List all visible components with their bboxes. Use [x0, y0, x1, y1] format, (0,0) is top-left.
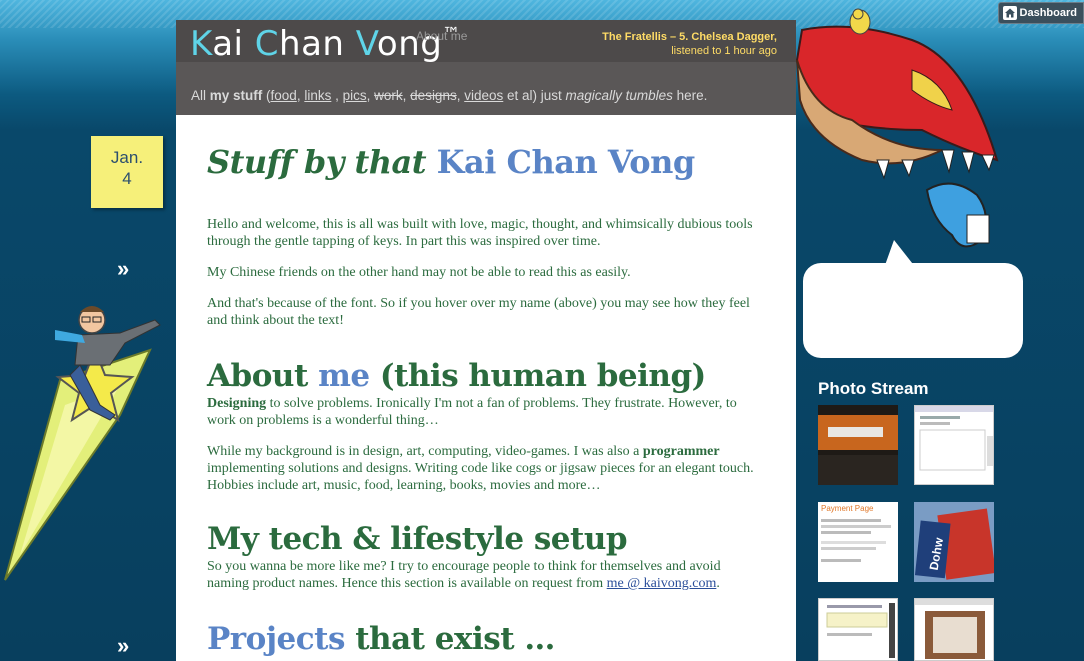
photo-thumb-5[interactable] — [818, 598, 898, 661]
font-paragraph: My Chinese friends on the other hand may… — [207, 265, 631, 280]
tag-link-food[interactable]: food — [271, 88, 297, 103]
photo-thumb-6[interactable] — [914, 598, 994, 661]
about-heading: About me (this human being) — [207, 357, 766, 395]
about-heading-a: About — [207, 358, 319, 394]
tagline-prefix: All — [191, 88, 210, 103]
photo-1-image — [818, 415, 898, 485]
projects-heading-a: Projects — [207, 621, 345, 657]
tag-link-designs[interactable]: designs — [410, 88, 457, 103]
about-heading-c: (this human being) — [369, 358, 706, 394]
now-playing-time: listened to 1 hour ago — [671, 45, 777, 57]
background-b: implementing solutions and designs. Writ… — [207, 461, 754, 493]
tagline-magic: magically tumbles — [565, 88, 673, 103]
speech-bubble — [803, 263, 1023, 358]
next-arrow-bottom[interactable]: » — [117, 633, 129, 659]
date-month: Jan. — [110, 148, 144, 167]
title-part-ai: ai — [212, 24, 255, 64]
date-day: 4 — [122, 169, 132, 188]
tech-b: . — [716, 576, 720, 591]
hover-paragraph: And that's because of the font. So if yo… — [207, 296, 750, 328]
tagline-mid: et al) just — [503, 88, 566, 103]
email-link[interactable]: me @ kaivong.com — [607, 576, 717, 591]
photo-thumb-1[interactable] — [818, 405, 898, 485]
tag-link-work[interactable]: work — [374, 88, 403, 103]
photo-5-image — [826, 603, 895, 658]
tagline-my-stuff: my stuff — [209, 88, 263, 103]
photo-4-image — [914, 502, 994, 582]
photo-thumb-4[interactable]: Dohw — [914, 502, 994, 582]
title-part-han: han — [279, 24, 356, 64]
projects-heading-b: that exist … — [344, 621, 555, 657]
page-title-name: Kai Chan Vong — [436, 143, 696, 181]
about-me-link[interactable]: About me — [416, 29, 467, 43]
designing-rest: to solve problems. Ironically I'm not a … — [207, 396, 737, 428]
tag-link-videos[interactable]: videos — [464, 88, 503, 103]
tech-heading: My tech & lifestyle setup — [207, 521, 628, 557]
photo-6-image — [915, 599, 993, 659]
designing-bold: Designing — [207, 396, 267, 411]
photo-stream-title: Photo Stream — [818, 379, 929, 398]
post-date-note: Jan. 4 — [91, 136, 163, 208]
background-a: While my background is in design, art, c… — [207, 444, 643, 459]
photo-thumb-2[interactable] — [914, 405, 994, 485]
tagline-suffix: here. — [672, 88, 708, 103]
photo-2-image — [915, 406, 993, 471]
dashboard-label: Dashboard — [1019, 7, 1077, 19]
projects-heading: Projects that exist … — [207, 620, 766, 658]
tagline-sep: , — [331, 88, 343, 103]
page-title-prefix: Stuff by that — [207, 143, 437, 181]
tagline-sep: , — [366, 88, 375, 103]
page-title: Stuff by that Kai Chan Vong — [207, 143, 766, 181]
tag-link-pics[interactable]: pics — [343, 88, 367, 103]
main-content: Stuff by that Kai Chan Vong Hello and we… — [176, 115, 796, 661]
tagline: All my stuff (food, links , pics, work, … — [191, 88, 707, 103]
monster-bird-illustration — [795, 8, 999, 248]
designing-paragraph: Designing to solve problems. Ironically … — [207, 395, 766, 429]
photo-3-caption: Payment Page — [821, 504, 874, 513]
star-rider-illustration — [4, 306, 161, 581]
now-playing-track[interactable]: The Fratellis – 5. Chelsea Dagger, — [602, 30, 777, 44]
intro-paragraph: Hello and welcome, this is all was built… — [207, 217, 753, 249]
photo-thumb-3[interactable]: Payment Page — [818, 502, 898, 582]
background-paragraph: While my background is in design, art, c… — [207, 443, 766, 494]
tech-paragraph: So you wanna be more like me? I try to e… — [207, 558, 766, 592]
title-letter-v: V — [355, 24, 377, 64]
tagline-open: ( — [262, 88, 271, 103]
title-letter-k: K — [190, 24, 213, 64]
title-letter-c: C — [254, 24, 280, 64]
background-bold: programmer — [642, 444, 720, 459]
photo-3-image — [821, 519, 891, 562]
now-playing: The Fratellis – 5. Chelsea Dagger, liste… — [602, 30, 777, 58]
about-heading-me: me — [318, 358, 370, 394]
next-arrow-top[interactable]: » — [117, 256, 129, 282]
tag-link-links[interactable]: links — [304, 88, 331, 103]
